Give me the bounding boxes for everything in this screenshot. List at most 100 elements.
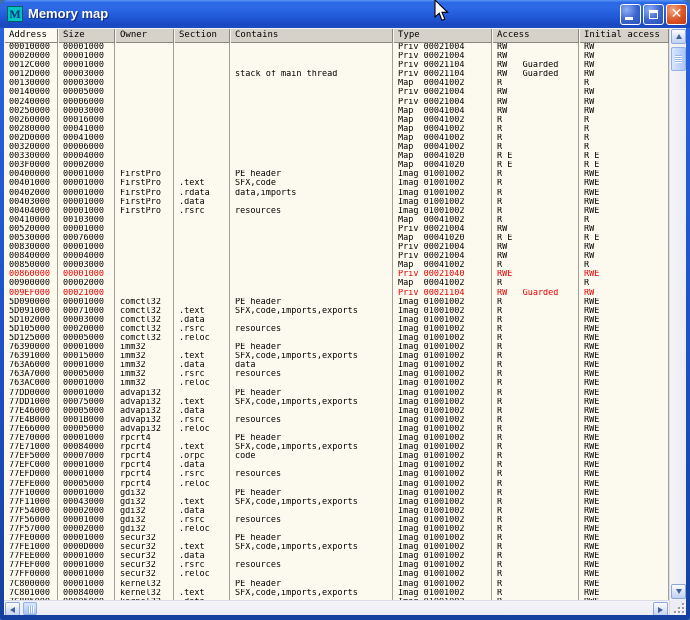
scroll-up-button[interactable] <box>671 29 686 44</box>
table-row[interactable]: 5D12500000005000comctl32.relocImag 01001… <box>4 334 669 343</box>
scroll-down-button[interactable] <box>671 584 686 599</box>
table-row[interactable]: 77FF000000001000secur32.relocImag 010010… <box>4 570 669 579</box>
table-row[interactable]: 0040400000001000FirstPro.rsrcresourcesIm… <box>4 207 669 216</box>
close-button[interactable]: ✕ <box>666 4 687 25</box>
table-row[interactable]: 7639000000001000imm32PE headerImag 01001… <box>4 343 669 352</box>
table-row[interactable]: 0025000000003000Map 00041004RWRW <box>4 107 669 116</box>
table-row[interactable]: 77FEE00000001000secur32.dataImag 0100100… <box>4 552 669 561</box>
table-row[interactable]: 0053000000076000Map 00041020R ER E <box>4 234 669 243</box>
cell-contains: PE header <box>230 389 393 398</box>
table-row[interactable]: 0085000000003000Map 00041002RR <box>4 261 669 270</box>
table-row[interactable]: 77E7100000084000rpcrt4.textSFX,code,impo… <box>4 443 669 452</box>
table-row[interactable]: 0028000000041000Map 00041002RR <box>4 125 669 134</box>
table-row[interactable]: 0084000000004000Priv 00021004RWRW <box>4 252 669 261</box>
vertical-scroll-thumb[interactable] <box>671 47 686 71</box>
table-row[interactable]: 77FE000000001000secur32PE headerImag 010… <box>4 534 669 543</box>
minimize-button[interactable] <box>620 4 641 25</box>
horizontal-scrollbar[interactable] <box>4 600 669 615</box>
titlebar[interactable]: M Memory map ✕ <box>0 0 690 28</box>
table-row[interactable]: 0040200000001000FirstPro.rdatadata,impor… <box>4 189 669 198</box>
table-row[interactable]: 5D10500000020000comctl32.rsrcresourcesIm… <box>4 325 669 334</box>
table-row[interactable]: 0090000000002000Map 00041002RR <box>4 279 669 288</box>
table-row[interactable]: 0083000000001000Priv 00021004RWRW <box>4 243 669 252</box>
table-row[interactable]: 0002000000001000Priv 00021004RWRW <box>4 52 669 61</box>
table-row[interactable]: 763AC00000001000imm32.relocImag 01001002… <box>4 379 669 388</box>
cell-size: 00003000 <box>58 70 115 79</box>
table-row[interactable]: 0032000000006000Map 00041002RR <box>4 143 669 152</box>
table-row[interactable]: 77EF500000007000rpcrt4.orpccodeImag 0100… <box>4 452 669 461</box>
resize-grip[interactable] <box>669 600 686 615</box>
table-row[interactable]: 77F5700000002000gdi32.relocImag 01001002… <box>4 525 669 534</box>
table-row[interactable]: 0040000000001000FirstProPE headerImag 01… <box>4 170 669 179</box>
table-row[interactable]: 0052000000001000Priv 00021004RWRW <box>4 225 669 234</box>
table-row[interactable]: 0001000000001000Priv 00021004RWRW <box>4 43 669 52</box>
table-row[interactable]: 0012C00000001000Priv 00021104RW GuardedR… <box>4 61 669 70</box>
table-row[interactable]: 0026000000016000Map 00041002RR <box>4 116 669 125</box>
table-row[interactable]: 0033000000004000Map 00041020R ER E <box>4 152 669 161</box>
cell-owner <box>115 270 174 279</box>
table-row[interactable]: 0012D00000003000stack of main threadPriv… <box>4 70 669 79</box>
table-row[interactable]: 77EFC00000001000rpcrt4.dataImag 01001002… <box>4 461 669 470</box>
table-row[interactable]: 77FEF00000001000secur32.rsrcresourcesIma… <box>4 561 669 570</box>
column-header-type[interactable]: Type <box>393 28 492 43</box>
table-row[interactable]: 002D000000041000Map 00041002RR <box>4 134 669 143</box>
horizontal-scroll-thumb[interactable] <box>23 602 37 615</box>
column-header-access[interactable]: Access <box>492 28 579 43</box>
cell-contains: resources <box>230 470 393 479</box>
table-row[interactable]: 7C80000000001000kernel32PE headerImag 01… <box>4 580 669 589</box>
cell-section: .text <box>174 543 230 552</box>
table-row[interactable]: 77E4B0000001B000advapi32.rsrcresourcesIm… <box>4 416 669 425</box>
cell-type: Imag 01001002 <box>393 407 492 416</box>
table-row[interactable]: 77E4600000005000advapi32.dataImag 010010… <box>4 407 669 416</box>
table-row[interactable]: 0040100000001000FirstPro.textSFX,codeIma… <box>4 179 669 188</box>
table-row[interactable]: 0041000000103000Map 00041002RR <box>4 216 669 225</box>
cell-type: Priv 00021040 <box>393 270 492 279</box>
scroll-right-button[interactable] <box>653 602 668 615</box>
table-row[interactable]: 003F000000002000Map 00041020R ER E <box>4 161 669 170</box>
column-header-owner[interactable]: Owner <box>115 28 174 43</box>
cell-section: .rdata <box>174 189 230 198</box>
table-row[interactable]: 0086000000001000Priv 00021040RWERWE <box>4 270 669 279</box>
table-row[interactable]: 5D09100000071000comctl32.textSFX,code,im… <box>4 307 669 316</box>
cell-access: R <box>492 370 579 379</box>
table-row[interactable]: 7639100000015000imm32.textSFX,code,impor… <box>4 352 669 361</box>
table-row[interactable]: 0024000000006000Priv 00021004RWRW <box>4 98 669 107</box>
table-row[interactable]: 77F5600000001000gdi32.rsrcresourcesImag … <box>4 516 669 525</box>
vertical-scroll-track[interactable] <box>670 45 686 583</box>
column-header-initial[interactable]: Initial access <box>579 28 669 43</box>
table-row[interactable]: 0014000000005000Priv 00021004RWRW <box>4 88 669 97</box>
table-row[interactable]: 5D09000000001000comctl32PE headerImag 01… <box>4 298 669 307</box>
table-row[interactable]: 77EFE00000005000rpcrt4.relocImag 0100100… <box>4 480 669 489</box>
cell-section <box>174 125 230 134</box>
cell-contains <box>230 261 393 270</box>
table-row[interactable]: 77DD000000001000advapi32PE headerImag 01… <box>4 389 669 398</box>
table-row[interactable]: 77E7000000001000rpcrt4PE headerImag 0100… <box>4 434 669 443</box>
cell-owner: comctl32 <box>115 307 174 316</box>
table-row[interactable]: 77EFD00000001000rpcrt4.rsrcresourcesImag… <box>4 470 669 479</box>
horizontal-scroll-track[interactable] <box>21 601 652 615</box>
cell-owner <box>115 134 174 143</box>
column-header-size[interactable]: Size <box>58 28 115 43</box>
table-row[interactable]: 7C88500000005000kernel32.dataImag 010010… <box>4 598 669 600</box>
vertical-scrollbar[interactable] <box>669 28 686 600</box>
maximize-button[interactable] <box>643 4 664 25</box>
column-header-section[interactable]: Section <box>174 28 230 43</box>
column-header-contains[interactable]: Contains <box>230 28 393 43</box>
table-row[interactable]: 0013000000003000Map 00041002RR <box>4 79 669 88</box>
table-row[interactable]: 5D10200000003000comctl32.dataImag 010010… <box>4 316 669 325</box>
table-row[interactable]: 0040300000001000FirstPro.dataImag 010010… <box>4 198 669 207</box>
table-row[interactable]: 77E6600000005000advapi32.relocImag 01001… <box>4 425 669 434</box>
table-row[interactable]: 009EF00000021000Priv 00021104RW GuardedR… <box>4 289 669 298</box>
scroll-left-button[interactable] <box>5 602 20 615</box>
table-row[interactable]: 77F1000000001000gdi32PE headerImag 01001… <box>4 489 669 498</box>
cell-initial: R <box>579 261 669 270</box>
table-row[interactable]: 7C80100000084000kernel32.textSFX,code,im… <box>4 589 669 598</box>
cell-initial: RWE <box>579 570 669 579</box>
table-row[interactable]: 77FE10000000D000secur32.textSFX,code,imp… <box>4 543 669 552</box>
table-row[interactable]: 77DD100000075000advapi32.textSFX,code,im… <box>4 398 669 407</box>
table-row[interactable]: 763A700000005000imm32.rsrcresourcesImag … <box>4 370 669 379</box>
table-row[interactable]: 763A600000001000imm32.datadataImag 01001… <box>4 361 669 370</box>
table-row[interactable]: 77F5400000002000gdi32.dataImag 01001002R… <box>4 507 669 516</box>
table-row[interactable]: 77F1100000043000gdi32.textSFX,code,impor… <box>4 498 669 507</box>
column-header-address[interactable]: Address <box>4 28 58 43</box>
